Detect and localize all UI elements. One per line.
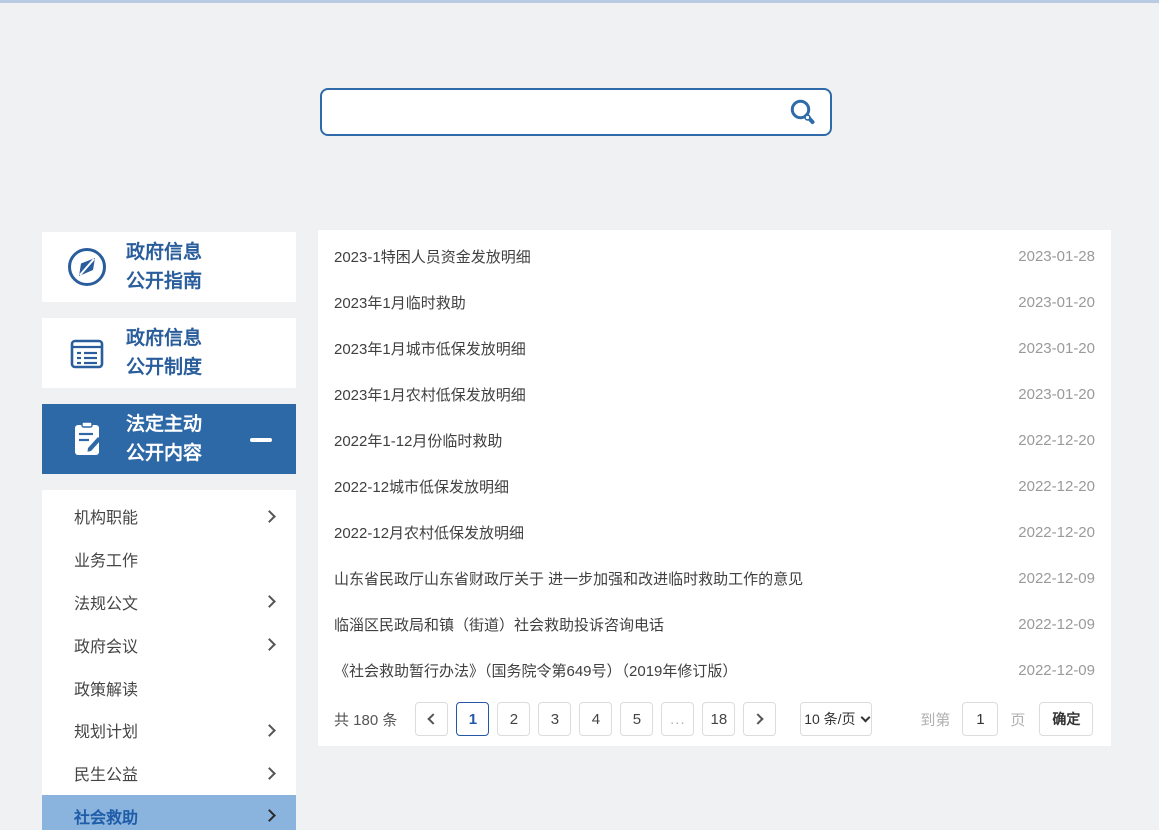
sidebar-item-gov-info-system[interactable]: 政府信息 公开制度 [42, 318, 296, 388]
page-button-2[interactable]: 2 [497, 702, 530, 736]
sidebar-item-label: 政府信息 公开指南 [126, 238, 202, 297]
document-date: 2022-12-20 [1018, 524, 1095, 541]
chevron-down-icon [860, 712, 870, 722]
sidebar-item-gov-meetings[interactable]: 政府会议 [42, 623, 296, 666]
page-size-select[interactable]: 10 条/页 [800, 702, 872, 736]
document-link[interactable]: 2023年1月城市低保发放明细 [334, 338, 526, 359]
document-date: 2022-12-09 [1018, 616, 1095, 633]
chevron-right-icon [263, 596, 276, 609]
list-item: 2023年1月农村低保发放明细 2023-01-20 [318, 371, 1111, 417]
list-item: 2022-12月农村低保发放明细 2022-12-20 [318, 509, 1111, 555]
document-link[interactable]: 2023年1月临时救助 [334, 292, 466, 313]
document-link[interactable]: 2022年1-12月份临时救助 [334, 430, 502, 451]
total-count-label: 共 180 条 [334, 709, 397, 730]
goto-page-group: 到第 页 确定 [920, 702, 1093, 736]
menu-item-label: 民生公益 [74, 761, 138, 785]
page-button-3[interactable]: 3 [538, 702, 571, 736]
page-button-18[interactable]: 18 [702, 702, 735, 736]
chevron-left-icon [428, 713, 439, 724]
next-page-button[interactable] [743, 702, 776, 736]
menu-item-label: 政策解读 [74, 676, 138, 700]
confirm-button[interactable]: 确定 [1039, 702, 1093, 736]
sidebar-item-social-assistance[interactable]: 社会救助 [42, 795, 296, 830]
sidebar: 政府信息 公开指南 政府信息 公开制度 [42, 232, 296, 830]
document-link[interactable]: 2023年1月农村低保发放明细 [334, 384, 526, 405]
prev-page-button[interactable] [415, 702, 448, 736]
document-date: 2022-12-20 [1018, 432, 1095, 449]
list-item: 《社会救助暂行办法》（国务院令第649号）（2019年修订版） 2022-12-… [318, 647, 1111, 693]
list-item: 2022-12城市低保发放明细 2022-12-20 [318, 463, 1111, 509]
document-date: 2023-01-28 [1018, 248, 1095, 265]
search-button[interactable] [784, 94, 820, 130]
list-item: 临淄区民政局和镇（街道）社会救助投诉咨询电话 2022-12-09 [318, 601, 1111, 647]
search-icon [787, 97, 817, 127]
menu-item-label: 规划计划 [74, 718, 138, 742]
document-link[interactable]: 山东省民政厅山东省财政厅关于 进一步加强和改进临时救助工作的意见 [334, 568, 803, 589]
menu-item-label: 机构职能 [74, 504, 138, 528]
page-button-4[interactable]: 4 [579, 702, 612, 736]
search-bar [320, 88, 832, 136]
document-date: 2023-01-20 [1018, 294, 1095, 311]
sidebar-item-policy-interpretation[interactable]: 政策解读 [42, 666, 296, 709]
sidebar-item-label: 法定主动 公开内容 [126, 410, 202, 469]
compass-icon [66, 246, 108, 288]
sidebar-item-business-work[interactable]: 业务工作 [42, 538, 296, 581]
document-link[interactable]: 2022-12月农村低保发放明细 [334, 522, 524, 543]
chevron-right-icon [753, 713, 764, 724]
chevron-right-icon [263, 638, 276, 651]
pagination-bar: 共 180 条 1 2 3 4 5 ... 18 10 条/页 到第 页 确定 [318, 702, 1111, 736]
chevron-right-icon [263, 724, 276, 737]
sidebar-item-label: 政府信息 公开制度 [126, 324, 202, 383]
page-button-1[interactable]: 1 [456, 702, 489, 736]
list-item: 山东省民政厅山东省财政厅关于 进一步加强和改进临时救助工作的意见 2022-12… [318, 555, 1111, 601]
sidebar-item-public-welfare[interactable]: 民生公益 [42, 752, 296, 795]
goto-suffix-label: 页 [1010, 709, 1025, 730]
document-link[interactable]: 临淄区民政局和镇（街道）社会救助投诉咨询电话 [334, 614, 664, 635]
sidebar-item-planning[interactable]: 规划计划 [42, 709, 296, 752]
goto-page-input[interactable] [962, 702, 998, 736]
top-accent-strip [0, 0, 1159, 3]
document-link[interactable]: 2022-12城市低保发放明细 [334, 476, 509, 497]
sidebar-item-regulations[interactable]: 法规公文 [42, 581, 296, 624]
menu-item-label: 法规公文 [74, 590, 138, 614]
sidebar-item-gov-info-guide[interactable]: 政府信息 公开指南 [42, 232, 296, 302]
menu-item-label: 业务工作 [74, 547, 138, 571]
minus-icon [250, 438, 272, 442]
document-date: 2022-12-20 [1018, 478, 1095, 495]
document-link[interactable]: 2023-1特困人员资金发放明细 [334, 246, 531, 267]
document-list-panel: 2023-1特困人员资金发放明细 2023-01-28 2023年1月临时救助 … [318, 230, 1111, 746]
page-ellipsis-button[interactable]: ... [661, 702, 694, 736]
sidebar-item-org-functions[interactable]: 机构职能 [42, 495, 296, 538]
document-date: 2023-01-20 [1018, 386, 1095, 403]
clipboard-pen-icon [66, 418, 108, 460]
list-item: 2023年1月城市低保发放明细 2023-01-20 [318, 325, 1111, 371]
chevron-right-icon [263, 767, 276, 780]
search-input[interactable] [336, 90, 784, 134]
page-size-value: 10 条/页 [804, 709, 855, 729]
document-date: 2022-12-09 [1018, 662, 1095, 679]
document-date: 2022-12-09 [1018, 570, 1095, 587]
goto-prefix-label: 到第 [920, 709, 950, 730]
list-item: 2022年1-12月份临时救助 2022-12-20 [318, 417, 1111, 463]
document-date: 2023-01-20 [1018, 340, 1095, 357]
list-item: 2023年1月临时救助 2023-01-20 [318, 279, 1111, 325]
sidebar-submenu: 机构职能 业务工作 法规公文 政府会议 政策解读 规划计划 民生公益 社会救助 [42, 490, 296, 830]
document-link[interactable]: 《社会救助暂行办法》（国务院令第649号）（2019年修订版） [334, 660, 737, 681]
list-item: 2023-1特困人员资金发放明细 2023-01-28 [318, 233, 1111, 279]
chevron-right-icon [263, 510, 276, 523]
document-lines-icon [66, 332, 108, 374]
sidebar-item-statutory-disclosure[interactable]: 法定主动 公开内容 [42, 404, 296, 474]
page-button-5[interactable]: 5 [620, 702, 653, 736]
menu-item-label: 政府会议 [74, 633, 138, 657]
